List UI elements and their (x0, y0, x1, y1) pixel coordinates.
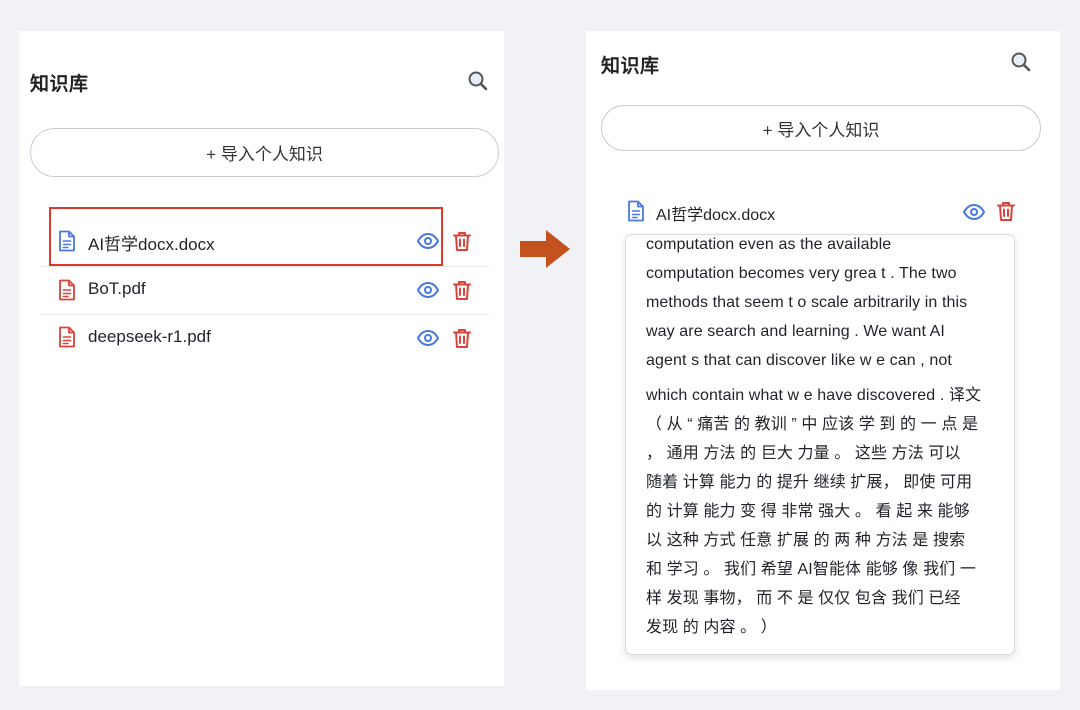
file-name: deepseek-r1.pdf (88, 327, 211, 346)
selection-highlight (49, 207, 443, 266)
import-knowledge-button[interactable]: + 导入个人知识 (30, 128, 499, 177)
document-icon (59, 279, 75, 301)
eye-icon[interactable] (416, 278, 440, 302)
preview-line: methods that seem t o scale arbitrarily … (646, 294, 968, 311)
trash-icon[interactable] (450, 229, 474, 253)
trash-icon[interactable] (450, 326, 474, 350)
preview-line: computation even as the available (646, 236, 892, 253)
arrow-right-icon (520, 230, 570, 268)
document-icon (59, 326, 75, 348)
search-icon[interactable] (466, 69, 490, 93)
preview-line: 发现 的 内容 。 ） (646, 619, 777, 636)
eye-icon[interactable] (416, 326, 440, 350)
trash-icon[interactable] (450, 278, 474, 302)
preview-line: 的 计算 能力 变 得 非常 强大 。 看 起 来 能够 (646, 503, 970, 520)
preview-line: 随着 计算 能力 的 提升 继续 扩展， 即使 可用 (646, 474, 973, 491)
import-knowledge-button[interactable]: + 导入个人知识 (601, 105, 1041, 151)
search-icon[interactable] (1009, 50, 1033, 74)
preview-line: 和 学习 。 我们 希望 AI智能体 能够 像 我们 一 (646, 561, 976, 578)
file-name: AI哲学docx.docx (656, 207, 776, 224)
knowledge-panel-before: 知识库 + 导入个人知识 AI哲学docx.docx BoT.pdf deeps… (19, 31, 504, 686)
preview-line: computation becomes very grea t . The tw… (646, 265, 957, 282)
trash-icon[interactable] (994, 199, 1018, 223)
preview-line: which contain what w e have discovered .… (646, 387, 982, 404)
knowledge-panel-after: 知识库 + 导入个人知识 AI哲学docx.docx computation e… (586, 31, 1060, 690)
row-divider (41, 314, 489, 315)
preview-line: 样 发现 事物， 而 不 是 仅仅 包含 我们 已经 (646, 590, 961, 607)
row-divider (41, 266, 489, 267)
preview-line: 以 这种 方式 任意 扩展 的 两 种 方法 是 搜索 (646, 532, 966, 549)
preview-line: agent s that can discover like w e can ,… (646, 352, 952, 369)
preview-line: （ 从 “ 痛苦 的 教训 ” 中 应该 学 到 的 一 点 是 (646, 416, 979, 433)
panel-title: 知识库 (601, 56, 660, 77)
document-preview[interactable]: computation even as the available comput… (625, 234, 1015, 655)
panel-title: 知识库 (30, 74, 89, 95)
preview-line: ， 通用 方法 的 巨大 力量 。 这些 方法 可以 (646, 445, 961, 462)
file-name: BoT.pdf (88, 279, 146, 298)
preview-line: way are search and learning . We want AI (646, 323, 945, 340)
document-icon (628, 200, 644, 222)
eye-icon[interactable] (962, 200, 986, 224)
